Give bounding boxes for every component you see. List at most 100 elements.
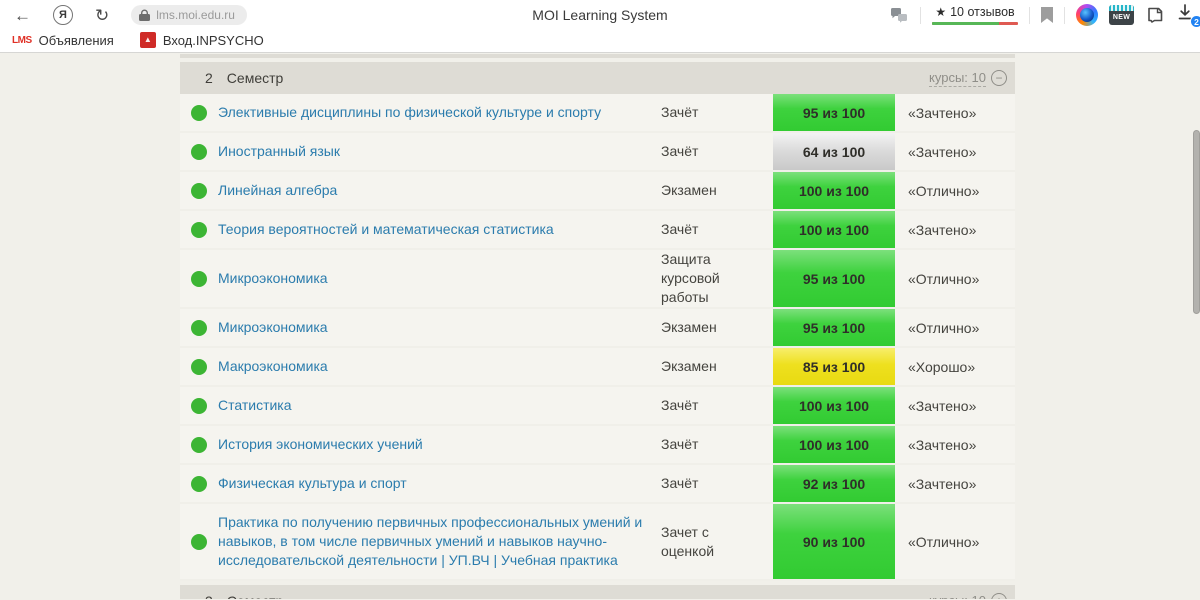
lms-favicon: LMS — [12, 34, 32, 46]
score-cell: 95 из 100 — [773, 309, 895, 346]
exam-type: Зачёт — [661, 397, 699, 413]
courses-collapse-toggle[interactable]: курсы: 10 − — [929, 70, 1007, 87]
collapse-minus-icon: − — [991, 70, 1007, 86]
grade-text: «Отлично» — [908, 319, 980, 336]
downloads-count-badge: 2 — [1190, 15, 1200, 28]
extension-globe-icon[interactable] — [1076, 4, 1098, 26]
status-dot-icon — [191, 397, 207, 414]
course-link[interactable]: Линейная алгебра — [218, 172, 661, 209]
grade-text: «Зачтено» — [908, 436, 977, 453]
status-dot-icon — [191, 270, 207, 287]
course-row: Статистика Зачёт 100 из 100 «Зачтено» — [180, 387, 1015, 426]
status-dot-icon — [191, 104, 207, 121]
exam-type: Зачёт — [661, 221, 699, 237]
course-link[interactable]: Микроэкономика — [218, 309, 661, 346]
grade-text: «Зачтено» — [908, 143, 977, 160]
star-icon: ★ — [935, 5, 947, 19]
exam-type: Экзамен — [661, 319, 717, 335]
page-title: MOI Learning System — [532, 7, 668, 23]
course-link[interactable]: Элективные дисциплины по физической куль… — [218, 94, 661, 131]
sync-devices-icon[interactable] — [890, 7, 909, 23]
course-link[interactable]: Теория вероятностей и математическая ста… — [218, 211, 661, 248]
exam-type: Экзамен — [661, 358, 717, 374]
course-row: Теория вероятностей и математическая ста… — [180, 211, 1015, 250]
semester-header-3: 3 Семестр курсы: 10 + — [180, 585, 1015, 599]
grade-text: «Зачтено» — [908, 397, 977, 414]
exam-type: Экзамен — [661, 182, 717, 198]
grade-text: «Хорошо» — [908, 358, 976, 375]
status-dot-icon — [191, 221, 207, 238]
address-bar[interactable]: lms.moi.edu.ru — [131, 5, 247, 25]
page-content: 2 Семестр курсы: 10 − Элективные дисципл… — [0, 53, 1200, 599]
course-row: Элективные дисциплины по физической куль… — [180, 94, 1015, 133]
course-row: Линейная алгебра Экзамен 100 из 100 «Отл… — [180, 172, 1015, 211]
semester-number: 3 — [205, 593, 213, 599]
expand-plus-icon: + — [991, 593, 1007, 599]
browser-toolbar: ← Я ↻ lms.moi.edu.ru MOI Learning System… — [0, 0, 1200, 30]
status-dot-icon — [191, 436, 207, 453]
course-row: История экономических учений Зачёт 100 и… — [180, 426, 1015, 465]
back-icon[interactable]: ← — [14, 7, 31, 24]
score-cell: 64 из 100 — [773, 133, 895, 170]
exam-type: Зачёт — [661, 475, 699, 491]
course-link[interactable]: Микроэкономика — [218, 260, 661, 297]
downloads-button[interactable]: 2 — [1176, 3, 1200, 28]
reload-icon[interactable]: ↻ — [95, 7, 109, 24]
courses-expand-toggle[interactable]: курсы: 10 + — [929, 593, 1007, 600]
score-cell: 100 из 100 — [773, 172, 895, 209]
course-rows: Элективные дисциплины по физической куль… — [180, 94, 1015, 581]
grade-text: «Зачтено» — [908, 221, 977, 238]
status-dot-icon — [191, 143, 207, 160]
course-link[interactable]: История экономических учений — [218, 426, 661, 463]
exam-type: Защита курсовой работы — [661, 251, 720, 305]
status-dot-icon — [191, 475, 207, 492]
course-row: Микроэкономика Экзамен 95 из 100 «Отличн… — [180, 309, 1015, 348]
exam-type: Зачёт — [661, 143, 699, 159]
grade-text: «Зачтено» — [908, 104, 977, 121]
grade-text: «Отлично» — [908, 270, 980, 287]
course-link[interactable]: Практика по получению первичных професси… — [218, 504, 661, 579]
toolbar-divider — [1029, 6, 1030, 24]
browser-window: ← Я ↻ lms.moi.edu.ru MOI Learning System… — [0, 0, 1200, 600]
yandex-browser-icon[interactable]: Я — [53, 5, 73, 25]
course-link[interactable]: Иностранный язык — [218, 133, 661, 170]
course-link[interactable]: Физическая культура и спорт — [218, 465, 661, 502]
course-row: Иностранный язык Зачёт 64 из 100 «Зачтен… — [180, 133, 1015, 172]
score-cell: 100 из 100 — [773, 426, 895, 463]
courses-count: курсы: 10 — [929, 593, 986, 600]
course-row: Физическая культура и спорт Зачёт 92 из … — [180, 465, 1015, 504]
course-link[interactable]: Макроэкономика — [218, 348, 661, 385]
rating-bar — [932, 22, 1018, 25]
exam-type: Зачет с оценкой — [661, 523, 715, 559]
score-cell: 100 из 100 — [773, 211, 895, 248]
grade-text: «Зачтено» — [908, 475, 977, 492]
course-link[interactable]: Статистика — [218, 387, 661, 424]
status-dot-icon — [191, 533, 207, 550]
score-cell: 100 из 100 — [773, 387, 895, 424]
semester-label: Семестр — [226, 70, 284, 86]
toolbar-divider — [920, 6, 921, 24]
scrollbar-thumb[interactable] — [1193, 130, 1200, 314]
semester-label: Семестр — [227, 593, 284, 599]
bookmark-item-inpsycho[interactable]: ▲ Вход.INPSYCHO — [139, 32, 264, 48]
course-row: Микроэкономика Защита курсовой работы 95… — [180, 250, 1015, 309]
score-cell: 85 из 100 — [773, 348, 895, 385]
courses-count: курсы: 10 — [929, 69, 986, 87]
bookmark-item-announcements[interactable]: LMS Объявления — [12, 33, 114, 48]
new-extension-icon[interactable]: NEW — [1109, 5, 1134, 25]
grades-table: 2 Семестр курсы: 10 − Элективные дисципл… — [180, 54, 1015, 599]
semester-header-2: 2 Семестр курсы: 10 − — [180, 62, 1015, 94]
site-reviews-rating[interactable]: ★ 10 отзывов — [932, 5, 1018, 25]
score-cell: 95 из 100 — [773, 94, 895, 131]
url-text: lms.moi.edu.ru — [156, 8, 235, 22]
collections-tag-icon[interactable] — [1145, 6, 1165, 24]
course-row: Практика по получению первичных професси… — [180, 504, 1015, 581]
score-cell: 95 из 100 — [773, 250, 895, 307]
status-dot-icon — [191, 182, 207, 199]
exam-type: Зачёт — [661, 104, 699, 120]
reviews-count: 10 отзывов — [950, 5, 1015, 19]
lock-icon — [139, 9, 151, 22]
toolbar-divider — [1064, 6, 1065, 24]
status-dot-icon — [191, 358, 207, 375]
bookmark-flag-icon[interactable] — [1041, 7, 1053, 23]
